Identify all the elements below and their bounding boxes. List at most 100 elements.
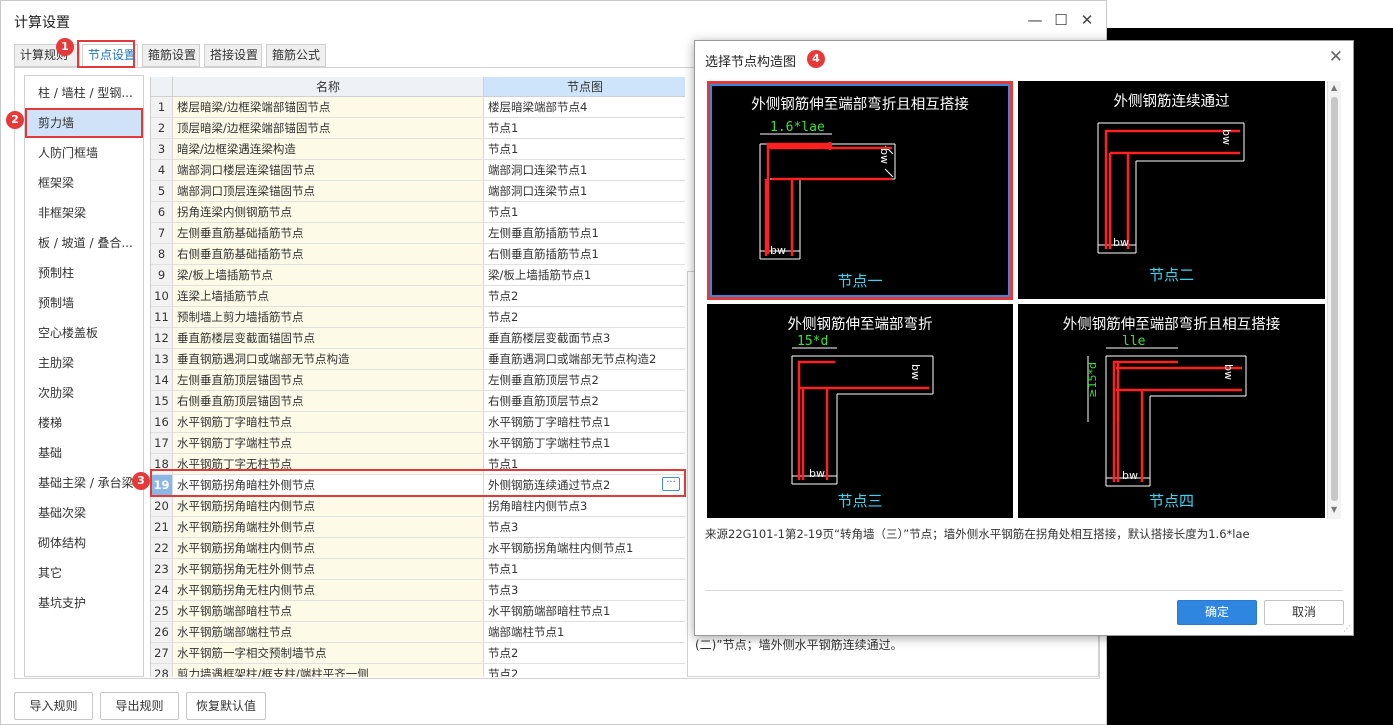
table-row[interactable]: 26 水平钢筋端部端柱节点 端部端柱节点1 [151, 622, 685, 643]
sidebar-item-slab[interactable]: 板 / 坡道 / 叠合... [25, 228, 143, 258]
sidebar-item-precast-wall[interactable]: 预制墙 [25, 288, 143, 318]
sidebar-item-precast-column[interactable]: 预制柱 [25, 258, 143, 288]
tab-stirrup-settings[interactable]: 箍筋设置 [142, 44, 200, 67]
sidebar-item-pit-support[interactable]: 基坑支护 [25, 588, 143, 618]
node-option-2[interactable]: 外侧钢筋连续通过 bw bw 节点二 [1018, 81, 1325, 299]
sidebar-item-foundation-secondary-beam[interactable]: 基础次梁 [25, 498, 143, 528]
sidebar-item-secondary-rib-beam[interactable]: 次肋梁 [25, 378, 143, 408]
sidebar-item-other[interactable]: 其它 [25, 558, 143, 588]
dialog-close-button[interactable]: ✕ [1329, 47, 1343, 67]
row-node-value[interactable]: 拐角暗柱内侧节点3 [484, 496, 685, 517]
table-row[interactable]: 17 水平钢筋丁字端柱节点 水平钢筋丁字端柱节点1 [151, 433, 685, 454]
row-node-value[interactable]: 节点1 [484, 454, 685, 475]
scroll-thumb[interactable] [1331, 97, 1338, 501]
row-name: 顶层暗梁/边框梁端部锚固节点 [173, 118, 484, 139]
sidebar-item-shear-wall[interactable]: 剪力墙 [25, 108, 143, 138]
sidebar-item-column[interactable]: 柱 / 墙柱 / 型钢... [25, 78, 143, 108]
scroll-up-icon[interactable]: ▲ [1331, 83, 1337, 92]
table-row[interactable]: 6 拐角连梁内侧钢筋节点 节点1 [151, 202, 685, 223]
row-node-value[interactable]: 端部洞口连梁节点1 [484, 181, 685, 202]
diagram-scrollbar[interactable]: ▲ ▼ [1327, 81, 1341, 519]
node-option-1[interactable]: 外侧钢筋伸至端部弯折且相互搭接 1.6*lae bw bw 节点一 [707, 81, 1013, 300]
table-row[interactable]: 25 水平钢筋端部暗柱节点 水平钢筋端部暗柱节点1 [151, 601, 685, 622]
tab-node-settings[interactable]: 节点设置 [82, 44, 138, 67]
row-node-value[interactable]: 水平钢筋拐角端柱内侧节点1 [484, 538, 685, 559]
table-row[interactable]: 11 预制墙上剪力墙插筋节点 节点2 [151, 307, 685, 328]
row-node-value[interactable]: 节点2 [484, 664, 685, 677]
sidebar-item-foundation-main-beam[interactable]: 基础主梁 / 承台梁 [25, 468, 143, 498]
node-option-4[interactable]: 外侧钢筋伸至端部弯折且相互搭接 lle ≥15*d bw bw 节点四 [1018, 304, 1325, 518]
row-node-value[interactable]: 节点3 [484, 517, 685, 538]
row-node-value[interactable]: 节点1 [484, 118, 685, 139]
table-row[interactable]: 16 水平钢筋丁字暗柱节点 水平钢筋丁字暗柱节点1 [151, 412, 685, 433]
table-row[interactable]: 27 水平钢筋一字相交预制墙节点 节点2 [151, 643, 685, 664]
confirm-button[interactable]: 确定 [1177, 600, 1257, 625]
table-row[interactable]: 8 右侧垂直筋基础插筋节点 右侧垂直筋插筋节点1 [151, 244, 685, 265]
row-node-value[interactable]: 右侧垂直筋插筋节点1 [484, 244, 685, 265]
row-node-value[interactable]: 节点2 [484, 307, 685, 328]
minimize-button[interactable]: — [1024, 10, 1046, 30]
row-node-value[interactable]: 端部洞口连梁节点1 [484, 160, 685, 181]
table-row[interactable]: 12 垂直筋楼层变截面锚固节点 垂直筋楼层变截面节点3 [151, 328, 685, 349]
row-node-value[interactable]: 垂直筋楼层变截面节点3 [484, 328, 685, 349]
node-option-3[interactable]: 外侧钢筋伸至端部弯折 15*d bw bw 节点三 [707, 304, 1013, 518]
table-row[interactable]: 2 顶层暗梁/边框梁端部锚固节点 节点1 [151, 118, 685, 139]
row-node-value[interactable]: 节点1 [484, 139, 685, 160]
sidebar-item-non-frame-beam[interactable]: 非框架梁 [25, 198, 143, 228]
table-row[interactable]: 24 水平钢筋拐角无柱内侧节点 节点3 [151, 580, 685, 601]
row-node-value[interactable]: 节点1 [484, 559, 685, 580]
row-node-value[interactable]: 梁/板上墙插筋节点1 [484, 265, 685, 286]
restore-defaults-button[interactable]: 恢复默认值 [186, 692, 266, 720]
sidebar-item-masonry[interactable]: 砌体结构 [25, 528, 143, 558]
table-row[interactable]: 14 左侧垂直筋顶层锚固节点 左侧垂直筋顶层节点2 [151, 370, 685, 391]
table-row[interactable]: 4 端部洞口楼层连梁锚固节点 端部洞口连梁节点1 [151, 160, 685, 181]
table-row[interactable]: 13 垂直钢筋遇洞口或端部无节点构造 垂直筋遇洞口或端部无节点构造2 [151, 349, 685, 370]
row-node-value[interactable]: 楼层暗梁端部节点4 [484, 97, 685, 118]
row-node-value[interactable]: 右侧垂直筋顶层节点2 [484, 391, 685, 412]
row-node-value[interactable]: 节点3 [484, 580, 685, 601]
row-node-value[interactable]: 左侧垂直筋顶层节点2 [484, 370, 685, 391]
maximize-button[interactable]: ☐ [1050, 10, 1072, 30]
table-row[interactable]: 7 左侧垂直筋基础插筋节点 左侧垂直筋插筋节点1 [151, 223, 685, 244]
table-row[interactable]: 1 楼层暗梁/边框梁端部锚固节点 楼层暗梁端部节点4 [151, 97, 685, 118]
row-node-value[interactable]: 端部端柱节点1 [484, 622, 685, 643]
row-node-value[interactable]: 外侧钢筋连续通过节点2 [484, 475, 685, 496]
resize-grip-icon[interactable]: ⋰ [1343, 624, 1351, 633]
table-row[interactable]: 28 剪力墙遇框架柱/框支柱/端柱平齐一侧 节点2 [151, 664, 685, 677]
export-rules-button[interactable]: 导出规则 [100, 692, 179, 720]
table-row[interactable]: 15 右侧垂直筋顶层锚固节点 右侧垂直筋顶层节点2 [151, 391, 685, 412]
row-node-value[interactable]: 节点2 [484, 643, 685, 664]
row-node-value[interactable]: 水平钢筋端部暗柱节点1 [484, 601, 685, 622]
table-row[interactable]: 5 端部洞口顶层连梁锚固节点 端部洞口连梁节点1 [151, 181, 685, 202]
close-button[interactable]: ✕ [1076, 10, 1098, 30]
table-row[interactable]: 18 水平钢筋丁字无柱节点 节点1 [151, 454, 685, 475]
component-list: 柱 / 墙柱 / 型钢... 剪力墙 人防门框墙 框架梁 非框架梁 板 / 坡道… [24, 75, 144, 677]
table-row[interactable]: 3 暗梁/边框梁遇连梁构造 节点1 [151, 139, 685, 160]
row-node-value[interactable]: 节点1 [484, 202, 685, 223]
row-node-value[interactable]: 水平钢筋丁字暗柱节点1 [484, 412, 685, 433]
sidebar-item-main-rib-beam[interactable]: 主肋梁 [25, 348, 143, 378]
row-node-value[interactable]: 水平钢筋丁字端柱节点1 [484, 433, 685, 454]
row-node-value[interactable]: 左侧垂直筋插筋节点1 [484, 223, 685, 244]
sidebar-item-frame-beam[interactable]: 框架梁 [25, 168, 143, 198]
node-picker-button[interactable]: ··· [662, 477, 680, 491]
sidebar-item-civil-defense-door-wall[interactable]: 人防门框墙 [25, 138, 143, 168]
tab-lap-settings[interactable]: 搭接设置 [204, 44, 262, 67]
table-row[interactable]: 23 水平钢筋拐角无柱外侧节点 节点1 [151, 559, 685, 580]
sidebar-item-foundation[interactable]: 基础 [25, 438, 143, 468]
table-row[interactable]: 20 水平钢筋拐角暗柱内侧节点 拐角暗柱内侧节点3 [151, 496, 685, 517]
table-row[interactable]: 19 水平钢筋拐角暗柱外侧节点 外侧钢筋连续通过节点2 [151, 475, 685, 496]
scroll-down-icon[interactable]: ▼ [1331, 505, 1337, 514]
table-row[interactable]: 22 水平钢筋拐角端柱内侧节点 水平钢筋拐角端柱内侧节点1 [151, 538, 685, 559]
tab-stirrup-formula[interactable]: 箍筋公式 [266, 44, 326, 67]
table-row[interactable]: 10 连梁上墙插筋节点 节点2 [151, 286, 685, 307]
table-row[interactable]: 21 水平钢筋拐角端柱外侧节点 节点3 [151, 517, 685, 538]
row-node-value[interactable]: 节点2 [484, 286, 685, 307]
table-row[interactable]: 9 梁/板上墙插筋节点 梁/板上墙插筋节点1 [151, 265, 685, 286]
import-rules-button[interactable]: 导入规则 [14, 692, 93, 720]
cancel-button[interactable]: 取消 [1264, 600, 1344, 625]
sidebar-item-hollow-floor[interactable]: 空心楼盖板 [25, 318, 143, 348]
sidebar-item-stair[interactable]: 楼梯 [25, 408, 143, 438]
row-node-value[interactable]: 垂直筋遇洞口或端部无节点构造2 [484, 349, 685, 370]
row-index: 17 [151, 433, 173, 454]
